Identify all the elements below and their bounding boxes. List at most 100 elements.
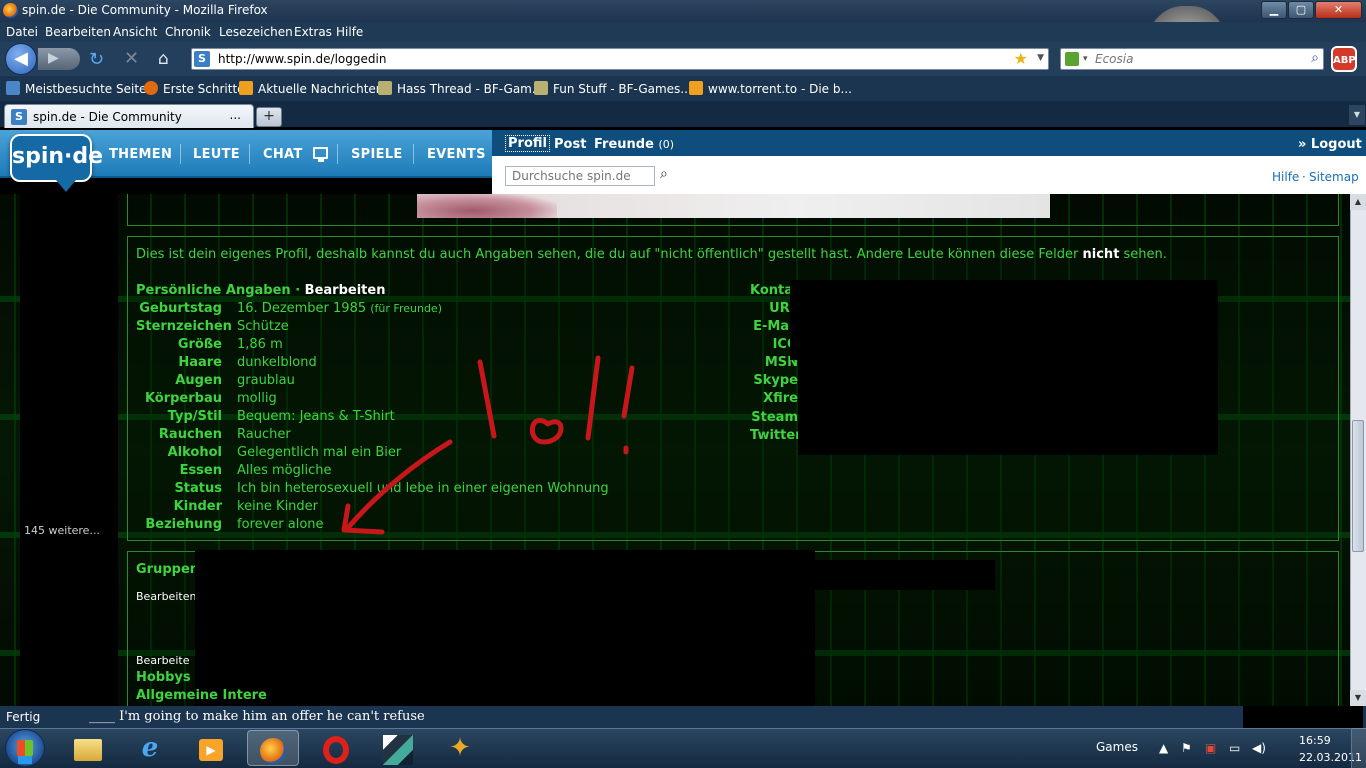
logout-link[interactable]: » Logout bbox=[1298, 137, 1362, 152]
nav-chat[interactable]: CHAT bbox=[263, 147, 303, 162]
bookmark-label: www.torrent.to - Die b... bbox=[708, 82, 852, 96]
nav-themen[interactable]: THEMEN bbox=[109, 147, 172, 162]
forward-button[interactable]: ▶ bbox=[38, 48, 80, 70]
menu-bearbeiten[interactable]: Bearbeiten bbox=[45, 25, 111, 39]
site-search-input[interactable] bbox=[505, 166, 655, 186]
stop-icon[interactable]: ✕ bbox=[124, 48, 139, 69]
personal-info-title: Persönliche Angaben bbox=[136, 283, 291, 298]
nav-divider bbox=[249, 144, 250, 164]
sitemap-link[interactable]: Sitemap bbox=[1309, 170, 1359, 184]
search-icon[interactable]: ⌕ bbox=[1311, 50, 1319, 66]
notice-bold: nicht bbox=[1082, 247, 1120, 262]
contact-label-twitter: Twitter bbox=[750, 428, 802, 443]
search-icon[interactable]: ⌕ bbox=[660, 166, 668, 182]
back-button[interactable]: ◀ bbox=[5, 43, 37, 75]
menu-chronik[interactable]: Chronik bbox=[165, 25, 211, 39]
bookmark-item[interactable]: Fun Stuff - BF-Games.... bbox=[534, 81, 696, 96]
scrollbar-thumb[interactable] bbox=[1352, 420, 1364, 552]
interests-redaction bbox=[268, 686, 548, 706]
scroll-up-arrow-icon[interactable]: ▲ bbox=[1350, 194, 1366, 210]
url-bar[interactable]: S http://www.spin.de/loggedin ★ ▼ bbox=[191, 48, 1049, 70]
tab-spin-de[interactable]: S spin.de - Die Community ... bbox=[4, 104, 254, 128]
url-dropdown-icon[interactable]: ▼ bbox=[1037, 53, 1044, 63]
nav-leute[interactable]: LEUTE bbox=[193, 147, 240, 162]
search-input[interactable] bbox=[1095, 51, 1305, 67]
bookmark-label: Aktuelle Nachrichten bbox=[258, 82, 384, 96]
tab-label: spin.de - Die Community bbox=[33, 110, 182, 124]
contact-label-skype: Skype bbox=[753, 373, 798, 388]
tab-ellipsis: ... bbox=[229, 108, 241, 122]
menu-lesezeichen[interactable]: Lesezeichen bbox=[219, 25, 293, 39]
bookmark-item[interactable]: Erste Schritte bbox=[144, 81, 245, 96]
menu-hilfe[interactable]: Hilfe bbox=[336, 25, 363, 39]
field-value-alkohol: Gelegentlich mal ein Bier bbox=[237, 445, 402, 460]
groups-redaction bbox=[815, 560, 995, 590]
bookmark-label: Hass Thread - BF-Gam... bbox=[397, 82, 544, 96]
taskbar-explorer-icon[interactable] bbox=[62, 730, 114, 766]
help-link[interactable]: Hilfe bbox=[1272, 170, 1299, 184]
taskbar-opera-icon[interactable] bbox=[310, 730, 362, 766]
adblock-plus-button[interactable]: ABP bbox=[1331, 46, 1357, 72]
action-center-flag-icon[interactable]: ⚑ bbox=[1181, 741, 1192, 755]
edit-hobbys-link[interactable]: Bearbeite bbox=[136, 654, 189, 667]
bookmark-item[interactable]: Hass Thread - BF-Gam... bbox=[378, 81, 543, 96]
tray-app-icon[interactable]: ▣ bbox=[1205, 741, 1216, 755]
field-label-kinder: Kinder bbox=[173, 499, 222, 514]
groups-heading: Gruppen bbox=[136, 562, 200, 577]
taskbar-media-center-icon[interactable]: ▶ bbox=[185, 730, 237, 766]
close-window-button[interactable]: ✕ bbox=[1315, 1, 1362, 19]
edit-groups-link[interactable]: Bearbeiten bbox=[136, 590, 196, 603]
maximize-button[interactable]: ▢ bbox=[1288, 1, 1314, 19]
tray-expand-icon[interactable]: ▲ bbox=[1159, 741, 1168, 755]
taskbar-game-icon[interactable] bbox=[372, 730, 424, 766]
taskbar-internet-explorer-icon[interactable]: e bbox=[124, 730, 176, 766]
bookmark-item[interactable]: Aktuelle Nachrichten bbox=[239, 81, 383, 96]
spin-logo[interactable]: spin·de bbox=[10, 134, 103, 182]
tray-games-toolbar[interactable]: Games bbox=[1096, 740, 1138, 754]
bookmark-item[interactable]: www.torrent.to - Die b... bbox=[689, 81, 852, 96]
menu-extras[interactable]: Extras bbox=[294, 25, 332, 39]
site-favicon-icon: S bbox=[194, 51, 210, 67]
bookmark-item[interactable]: Meistbesuchte Seiten bbox=[6, 81, 154, 96]
new-tab-button[interactable]: + bbox=[256, 107, 282, 127]
field-value-groesse: 1,86 m bbox=[237, 337, 283, 352]
search-bar[interactable]: ▾ ⌕ bbox=[1060, 48, 1324, 70]
nav-spiele[interactable]: SPIELE bbox=[351, 147, 403, 162]
search-engine-icon[interactable] bbox=[1065, 52, 1079, 66]
minimize-button[interactable]: ▁ bbox=[1261, 1, 1287, 19]
search-engine-dropdown-icon[interactable]: ▾ bbox=[1083, 54, 1088, 64]
profile-photo-image[interactable] bbox=[417, 194, 1050, 218]
field-value-augen: graublau bbox=[237, 373, 295, 388]
window-title: spin.de - Die Community - Mozilla Firefo… bbox=[22, 3, 268, 17]
reload-icon[interactable]: ↻ bbox=[89, 49, 104, 70]
start-button[interactable] bbox=[5, 729, 45, 767]
nav-events[interactable]: EVENTS bbox=[427, 147, 486, 162]
field-label-geburtstag: Geburtstag bbox=[139, 301, 222, 316]
field-value-haare: dunkelblond bbox=[237, 355, 317, 370]
url-text[interactable]: http://www.spin.de/loggedin bbox=[218, 52, 386, 66]
field-label-sternzeichen: Sternzeichen bbox=[136, 319, 232, 334]
tab-profil[interactable]: Profil bbox=[505, 135, 550, 152]
volume-icon[interactable]: ◀) bbox=[1252, 741, 1266, 755]
tab-freunde[interactable]: Freunde (0) bbox=[594, 137, 674, 152]
show-desktop-button[interactable] bbox=[1351, 728, 1366, 768]
more-friends-link[interactable]: 145 weitere... bbox=[24, 524, 100, 537]
list-all-tabs-button[interactable]: ▼ bbox=[1349, 105, 1365, 125]
taskbar-firefox-icon[interactable] bbox=[247, 730, 299, 766]
chat-monitor-icon[interactable] bbox=[313, 147, 328, 162]
home-icon[interactable]: ⌂ bbox=[158, 49, 169, 69]
scroll-down-arrow-icon[interactable]: ▼ bbox=[1350, 690, 1366, 706]
network-icon[interactable]: ▭ bbox=[1229, 741, 1240, 755]
bookmark-star-icon[interactable]: ★ bbox=[1014, 49, 1028, 68]
clock-time[interactable]: 16:59 bbox=[1299, 734, 1331, 747]
photo-blossom-detail bbox=[417, 194, 557, 218]
left-sidebar bbox=[20, 194, 118, 706]
visibility-notice: Dies ist dein eigenes Profil, deshalb ka… bbox=[136, 247, 1167, 262]
field-label-typ-stil: Typ/Stil bbox=[167, 409, 222, 424]
menu-ansicht[interactable]: Ansicht bbox=[113, 25, 157, 39]
tab-post[interactable]: Post bbox=[554, 137, 586, 152]
taskbar-game-icon[interactable]: ✦ bbox=[434, 730, 486, 766]
menu-datei[interactable]: Datei bbox=[6, 25, 38, 39]
edit-personal-link[interactable]: Bearbeiten bbox=[305, 283, 386, 298]
status-text: Fertig bbox=[6, 710, 41, 724]
